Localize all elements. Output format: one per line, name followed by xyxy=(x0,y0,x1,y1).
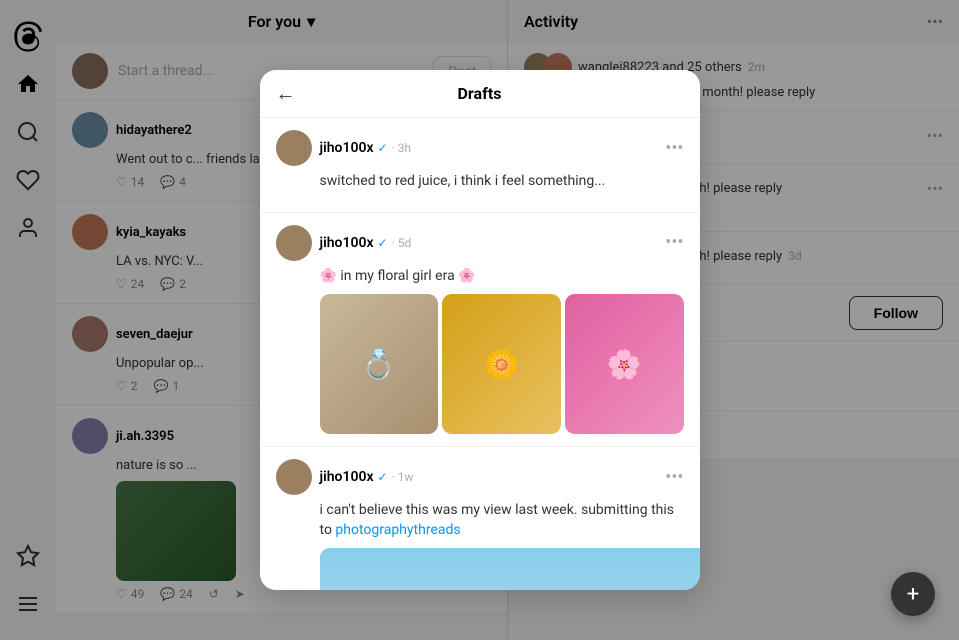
draft-avatar xyxy=(276,459,312,495)
draft-more-button[interactable]: ••• xyxy=(665,467,683,488)
draft-item-header: jiho100x ✓ · 1w ••• xyxy=(276,459,684,495)
draft-image: 🌼 xyxy=(442,294,561,434)
draft-text: switched to red juice, i think i feel so… xyxy=(320,172,684,192)
modal-overlay[interactable]: ← Drafts jiho100x ✓ · 3h ••• switched to… xyxy=(0,0,959,640)
draft-text: 🌸 in my floral girl era 🌸 xyxy=(320,267,684,287)
draft-time: · 3h xyxy=(392,141,411,155)
draft-author: jiho100x xyxy=(320,235,374,251)
draft-author: jiho100x xyxy=(320,469,374,485)
draft-image: 💍 xyxy=(320,294,439,434)
draft-item[interactable]: jiho100x ✓ · 5d ••• 🌸 in my floral girl … xyxy=(260,213,700,448)
draft-more-button[interactable]: ••• xyxy=(665,138,683,159)
draft-time: · 5d xyxy=(392,236,412,250)
draft-item-header: jiho100x ✓ · 5d ••• xyxy=(276,225,684,261)
draft-author-row: jiho100x ✓ · 3h xyxy=(320,140,412,156)
draft-author-row: jiho100x ✓ · 1w xyxy=(320,469,414,485)
drafts-title: Drafts xyxy=(458,84,502,103)
draft-link[interactable]: photographythreads xyxy=(335,522,460,538)
drafts-modal: ← Drafts jiho100x ✓ · 3h ••• switched to… xyxy=(260,70,700,590)
draft-meta: jiho100x ✓ · 5d xyxy=(320,235,412,251)
draft-meta: jiho100x ✓ · 1w xyxy=(320,469,414,485)
verified-badge: ✓ xyxy=(378,470,388,484)
draft-avatar xyxy=(276,130,312,166)
back-button[interactable]: ← xyxy=(276,81,296,106)
draft-item-header: jiho100x ✓ · 3h ••• xyxy=(276,130,684,166)
draft-more-button[interactable]: ••• xyxy=(665,232,683,253)
draft-item[interactable]: jiho100x ✓ · 1w ••• i can't believe this… xyxy=(260,447,700,590)
verified-badge: ✓ xyxy=(378,141,388,155)
draft-image: 🌸 xyxy=(565,294,684,434)
draft-author: jiho100x xyxy=(320,140,374,156)
draft-item[interactable]: jiho100x ✓ · 3h ••• switched to red juic… xyxy=(260,118,700,213)
draft-time: · 1w xyxy=(392,470,414,484)
draft-author-row: jiho100x ✓ · 5d xyxy=(320,235,412,251)
draft-images: 💍 🌼 🌸 xyxy=(320,294,684,434)
draft-avatar xyxy=(276,225,312,261)
draft-text: i can't believe this was my view last we… xyxy=(320,501,684,540)
draft-meta: jiho100x ✓ · 3h xyxy=(320,140,412,156)
draft-large-image xyxy=(320,548,700,590)
new-thread-fab[interactable]: + xyxy=(891,572,935,616)
verified-badge: ✓ xyxy=(378,236,388,250)
drafts-header: ← Drafts xyxy=(260,70,700,118)
